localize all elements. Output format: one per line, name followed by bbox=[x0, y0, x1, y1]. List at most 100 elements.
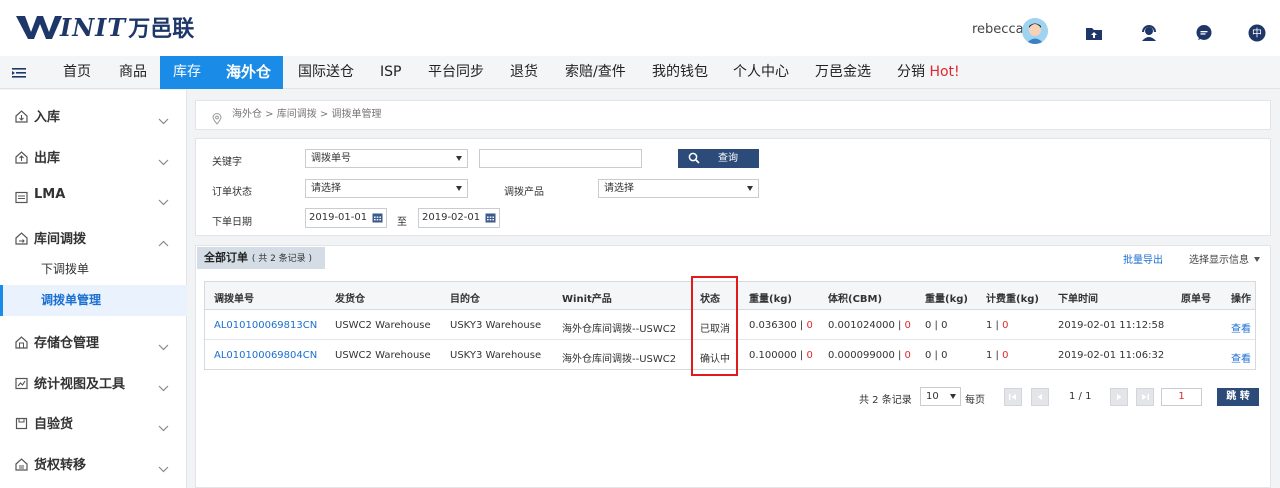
keyword-label: 关键字 bbox=[212, 157, 242, 168]
keyword-type-select[interactable]: 调拨单号 bbox=[305, 149, 468, 168]
column-header[interactable]: 目的仓 bbox=[450, 290, 480, 305]
sidebar-group-inbound[interactable]: 入库 bbox=[0, 95, 187, 135]
nav-item-intl-shipping[interactable]: 国际送仓 bbox=[298, 56, 354, 89]
status-select-value: 请选择 bbox=[311, 183, 341, 194]
inspect-icon bbox=[15, 415, 28, 434]
keyword-input[interactable] bbox=[479, 149, 642, 168]
hot-badge: Hot! bbox=[929, 64, 960, 80]
chevron-down-icon bbox=[158, 377, 169, 396]
nav-item-distribution[interactable]: 分销 Hot! bbox=[897, 56, 960, 89]
page-jump-input[interactable]: 1 bbox=[1161, 388, 1202, 406]
to-warehouse-cell: USKY3 Warehouse bbox=[450, 320, 542, 331]
sidebar-group-transfer[interactable]: 库间调拨 bbox=[0, 217, 187, 257]
order-number-link[interactable]: AL010100069804CN bbox=[214, 350, 317, 361]
date-to-value: 2019-02-01 bbox=[422, 212, 481, 223]
support-agent-icon[interactable] bbox=[1140, 24, 1158, 42]
dropdown-arrow-icon bbox=[456, 186, 462, 191]
product-select[interactable]: 请选择 bbox=[598, 179, 759, 198]
sidebar-group-lma[interactable]: LMA bbox=[0, 176, 187, 216]
status-label: 订单状态 bbox=[212, 187, 252, 198]
nav-item-products[interactable]: 商品 bbox=[119, 56, 147, 89]
status-select[interactable]: 请选择 bbox=[305, 179, 468, 198]
column-header[interactable]: 调拨单号 bbox=[214, 290, 254, 305]
calendar-icon[interactable] bbox=[485, 212, 496, 230]
nav-item-wallet[interactable]: 我的钱包 bbox=[652, 56, 708, 89]
nav-item-isp[interactable]: ISP bbox=[380, 56, 401, 89]
tab-all-label: 全部订单 bbox=[204, 251, 248, 264]
location-pin-icon bbox=[212, 109, 222, 137]
created-time-cell: 2019-02-01 11:12:58 bbox=[1058, 320, 1165, 331]
chargeable-cell: 1 | 0 bbox=[986, 350, 1009, 361]
sidebar-item-new-transfer[interactable]: 下调拨单 bbox=[0, 254, 187, 285]
column-header[interactable]: 计费重(kg) bbox=[986, 290, 1039, 305]
nav-item-returns[interactable]: 退货 bbox=[510, 56, 538, 89]
weight2-cell: 0 | 0 bbox=[925, 320, 948, 331]
last-page-button[interactable] bbox=[1136, 388, 1154, 406]
sidebar-item-transfer-management[interactable]: 调拨单管理 bbox=[0, 285, 187, 316]
chargeable-alt-value: 0 bbox=[1002, 350, 1009, 361]
weight-value: 0.036300 bbox=[749, 320, 797, 331]
nav-item-claims[interactable]: 索赔/查件 bbox=[565, 56, 626, 89]
column-header[interactable]: 原单号 bbox=[1181, 290, 1211, 305]
order-number-link[interactable]: AL010100069813CN bbox=[214, 320, 317, 331]
date-to-input[interactable]: 2019-02-01 bbox=[418, 208, 500, 228]
page-size-select[interactable]: 10 bbox=[920, 387, 961, 406]
sidebar-group-outbound[interactable]: 出库 bbox=[0, 136, 187, 176]
language-cn-icon[interactable]: 中 bbox=[1248, 24, 1266, 42]
query-button-label: 查询 bbox=[718, 153, 738, 164]
chat-icon[interactable] bbox=[1195, 24, 1213, 42]
volume-cell: 0.000099000 | 0 bbox=[828, 350, 911, 361]
weight2-alt-value: 0 bbox=[941, 350, 948, 361]
volume-value: 0.001024000 bbox=[828, 320, 895, 331]
logo-cn-text: 万邑联 bbox=[128, 17, 195, 42]
next-page-button[interactable] bbox=[1110, 388, 1128, 406]
column-header[interactable]: 体积(CBM) bbox=[828, 290, 882, 305]
next-page-icon bbox=[1117, 394, 1122, 400]
nav-item-platform-sync[interactable]: 平台同步 bbox=[428, 56, 484, 89]
page-size-value: 10 bbox=[926, 391, 939, 402]
nav-distribution-label: 分销 bbox=[897, 64, 925, 80]
nav-item-home[interactable]: 首页 bbox=[63, 56, 91, 89]
from-warehouse-cell: USWC2 Warehouse bbox=[335, 350, 431, 361]
sidebar-group-inspection[interactable]: 自验货 bbox=[0, 402, 187, 442]
column-header[interactable]: 重量(kg) bbox=[925, 290, 968, 305]
weight2-alt-value: 0 bbox=[941, 320, 948, 331]
calendar-icon[interactable] bbox=[372, 212, 383, 230]
username[interactable]: rebecca bbox=[972, 22, 1024, 37]
nav-item-profile[interactable]: 个人中心 bbox=[733, 56, 789, 89]
query-button[interactable]: 查询 bbox=[678, 149, 759, 168]
sidebar-group-ownership[interactable]: 货权转移 bbox=[0, 443, 187, 483]
view-link[interactable]: 查看 bbox=[1231, 320, 1251, 335]
sidebar-group-storage[interactable]: 存储仓管理 bbox=[0, 321, 187, 361]
prev-page-icon bbox=[1037, 394, 1042, 400]
warehouse-out-icon bbox=[15, 149, 28, 168]
nav-item-inventory[interactable]: 库存 bbox=[160, 56, 214, 89]
view-link[interactable]: 查看 bbox=[1231, 350, 1251, 365]
column-header[interactable]: 重量(kg) bbox=[749, 290, 792, 305]
sidebar-group-label: 货权转移 bbox=[34, 458, 87, 473]
chargeable-value: 1 bbox=[986, 320, 993, 331]
from-warehouse-cell: USWC2 Warehouse bbox=[335, 320, 431, 331]
column-header[interactable]: Winit产品 bbox=[562, 290, 612, 305]
tab-all-orders[interactable]: 全部订单 ( 共 2 条记录 ) bbox=[197, 247, 325, 269]
column-select-dropdown[interactable]: 选择显示信息 bbox=[1189, 251, 1260, 266]
avatar[interactable] bbox=[1022, 18, 1048, 44]
dropdown-arrow-icon bbox=[456, 156, 462, 161]
prev-page-button[interactable] bbox=[1031, 388, 1049, 406]
chevron-down-icon bbox=[158, 191, 169, 210]
winit-logo[interactable]: INIT 万邑联 bbox=[16, 10, 194, 44]
chevron-down-icon bbox=[158, 151, 169, 170]
column-header[interactable]: 操作 bbox=[1231, 290, 1251, 305]
sidebar-group-label: 统计视图及工具 bbox=[34, 377, 126, 392]
nav-item-selection[interactable]: 万邑金选 bbox=[815, 56, 871, 89]
menu-toggle-icon[interactable] bbox=[12, 65, 26, 84]
date-from-input[interactable]: 2019-01-01 bbox=[305, 208, 387, 228]
first-page-button[interactable] bbox=[1004, 388, 1022, 406]
jump-button[interactable]: 跳 转 bbox=[1217, 388, 1259, 406]
sidebar-group-stats[interactable]: 统计视图及工具 bbox=[0, 362, 187, 402]
column-header[interactable]: 下单时间 bbox=[1058, 290, 1098, 305]
nav-item-overseas-warehouse[interactable]: 海外仓 bbox=[214, 56, 283, 89]
column-header[interactable]: 发货仓 bbox=[335, 290, 365, 305]
batch-export-link[interactable]: 批量导出 bbox=[1123, 251, 1163, 266]
upload-folder-icon[interactable] bbox=[1085, 24, 1103, 42]
